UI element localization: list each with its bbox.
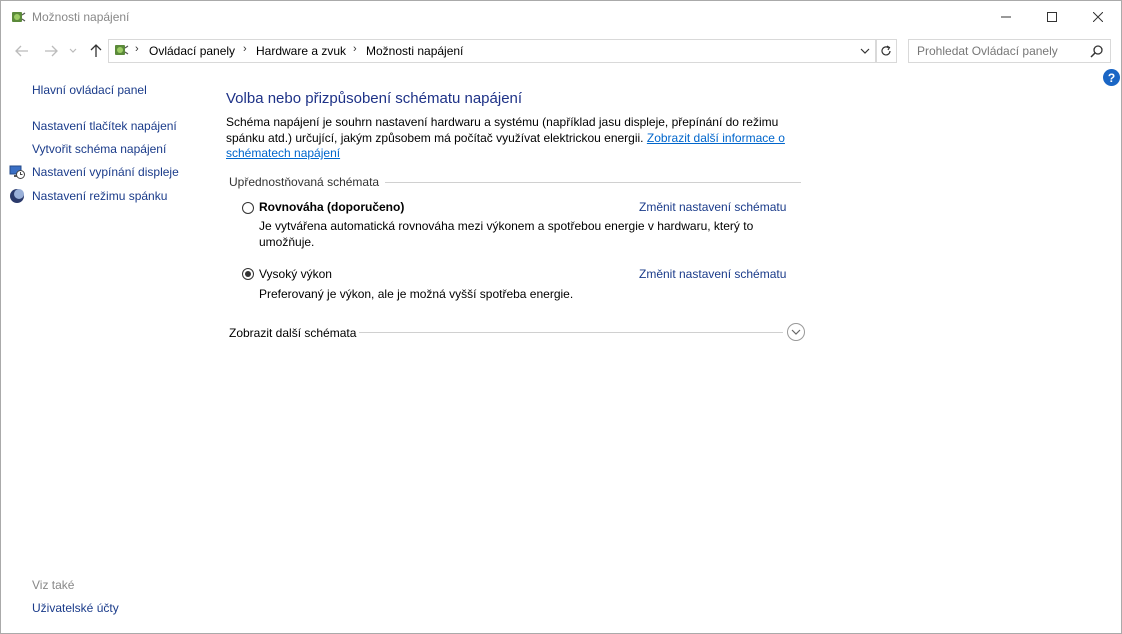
close-icon	[1093, 12, 1103, 22]
display-clock-icon	[9, 165, 25, 179]
breadcrumb-hardware-sound[interactable]: Hardware a zvuk	[256, 44, 346, 58]
breadcrumb-power-options[interactable]: Možnosti napájení	[366, 44, 463, 58]
plan-balanced-change-link[interactable]: Změnit nastavení schématu	[639, 200, 786, 214]
radio-selected-dot	[245, 271, 251, 277]
sidebar-item-sleep[interactable]: Nastavení režimu spánku	[32, 189, 167, 203]
title-bar: Možnosti napájení	[1, 1, 1121, 33]
refresh-icon	[881, 45, 891, 56]
see-also-user-accounts[interactable]: Uživatelské účty	[32, 601, 119, 615]
plan-high-performance-name[interactable]: Vysoký výkon	[259, 267, 332, 281]
page-title: Volba nebo přizpůsobení schématu napájen…	[226, 90, 523, 107]
plan-high-performance-radio[interactable]	[242, 268, 254, 280]
chevron-down-icon	[791, 329, 801, 335]
forward-button[interactable]	[40, 40, 62, 62]
maximize-icon	[1047, 12, 1057, 22]
power-options-icon	[12, 12, 26, 22]
minimize-icon	[1001, 16, 1011, 18]
address-dropdown-button[interactable]	[857, 42, 873, 60]
control-panel-icon	[115, 45, 129, 55]
refresh-button[interactable]	[875, 39, 897, 63]
recent-locations-button[interactable]	[65, 40, 81, 62]
search-placeholder: Prohledat Ovládací panely	[917, 44, 1058, 58]
plan-balanced-radio[interactable]	[242, 202, 254, 214]
chevron-right-icon[interactable]: ›	[135, 43, 139, 55]
chevron-right-icon[interactable]: ›	[353, 43, 357, 55]
sidebar-item-create-plan[interactable]: Vytvořit schéma napájení	[32, 142, 166, 156]
sidebar-item-power-buttons[interactable]: Nastavení tlačítek napájení	[32, 119, 177, 133]
moon-icon	[10, 189, 24, 203]
back-button[interactable]	[11, 40, 33, 62]
chevron-down-icon	[860, 48, 870, 54]
see-also-heading: Viz také	[32, 578, 75, 592]
maximize-button[interactable]	[1029, 1, 1075, 33]
plan-balanced-name[interactable]: Rovnováha (doporučeno)	[259, 200, 404, 214]
divider	[385, 182, 801, 183]
plan-high-performance-description: Preferovaný je výkon, ale je možná vyšší…	[259, 287, 574, 301]
power-options-window: Možnosti napájení › Ovládací panely › Ha…	[0, 0, 1122, 634]
plan-balanced-description: Je vytvářena automatická rovnováha mezi …	[259, 219, 754, 249]
chevron-right-icon[interactable]: ›	[243, 43, 247, 55]
chevron-down-icon	[69, 48, 77, 53]
plan-high-performance-change-link[interactable]: Změnit nastavení schématu	[639, 267, 786, 281]
help-icon[interactable]: ?	[1103, 69, 1120, 86]
window-title: Možnosti napájení	[32, 10, 130, 24]
show-more-plans-label[interactable]: Zobrazit další schémata	[229, 326, 356, 340]
search-icon[interactable]	[1090, 44, 1104, 58]
minimize-button[interactable]	[983, 1, 1029, 33]
sidebar-item-display-off[interactable]: Nastavení vypínání displeje	[32, 165, 179, 179]
sidebar-home-link[interactable]: Hlavní ovládací panel	[32, 83, 147, 97]
arrow-left-icon	[15, 45, 28, 57]
page-description: Schéma napájení je souhrn nastavení hard…	[226, 115, 785, 160]
divider	[359, 332, 783, 333]
close-button[interactable]	[1075, 1, 1121, 33]
arrow-right-icon	[45, 45, 58, 57]
up-button[interactable]	[85, 40, 107, 62]
preferred-plans-label: Upřednostňovaná schémata	[229, 175, 380, 189]
expand-more-plans-button[interactable]	[787, 323, 805, 341]
search-input[interactable]: Prohledat Ovládací panely	[908, 39, 1111, 63]
arrow-up-icon	[90, 44, 102, 57]
address-bar[interactable]: › Ovládací panely › Hardware a zvuk › Mo…	[108, 39, 877, 63]
breadcrumb-control-panel[interactable]: Ovládací panely	[149, 44, 235, 58]
